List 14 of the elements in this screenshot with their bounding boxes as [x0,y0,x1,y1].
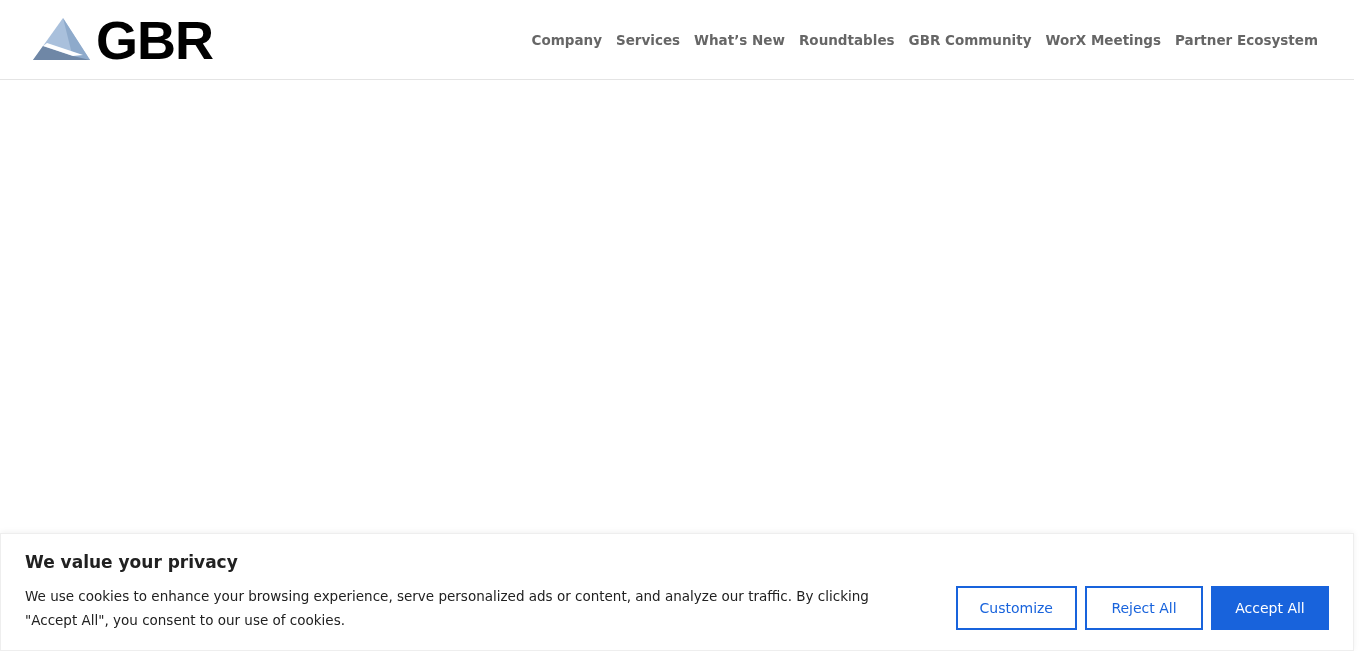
banner-text: We use cookies to enhance your browsing experience, serve personalized ads or content, and analyze our traffic. By clicking "Accept All", you consent to our use of cookies. [25,587,870,630]
nav-link[interactable]: Partner Ecosystem [1175,31,1318,48]
nav-link[interactable]: Company [531,31,602,48]
nav-link[interactable]: WorX Meetings [1045,31,1162,48]
nav-link[interactable]: Roundtables [798,31,895,48]
banner-button[interactable]: Customize [955,586,1077,630]
banner-button[interactable]: Reject All [1085,586,1203,630]
banner-title: We value your privacy [25,552,239,572]
accept-button[interactable]: Accept All [1211,586,1329,630]
triangle-logo-icon [33,17,90,62]
nav-link[interactable]: What’s New [694,31,785,48]
nav-link[interactable]: Services [615,31,681,48]
logo-text: GBR [96,12,213,67]
nav-link[interactable]: GBR Community [908,31,1032,48]
